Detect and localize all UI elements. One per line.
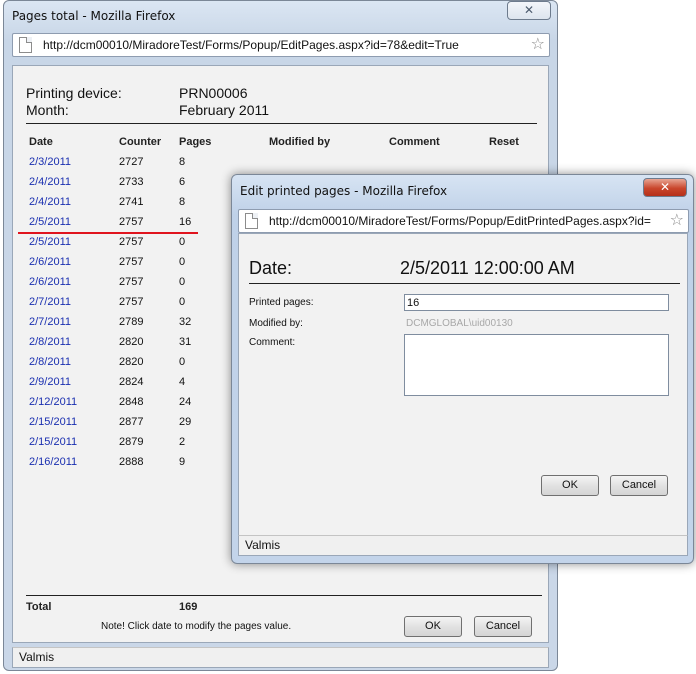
cancel-button[interactable]: Cancel [610,475,668,496]
address-bar[interactable]: http://dcm00010/MiradoreTest/Forms/Popup… [238,209,689,233]
counter-cell: 2741 [119,196,144,208]
pages-cell: 8 [179,196,186,208]
date-link[interactable]: 2/7/2011 [29,296,71,308]
printed-pages-label: Printed pages: [249,297,314,308]
date-link[interactable]: 2/5/2011 [29,216,71,228]
pages-cell: 0 [179,276,186,288]
comment-label: Comment: [249,337,296,348]
highlight-underline [18,232,198,234]
ok-button[interactable]: OK [404,616,462,637]
pages-cell: 0 [179,296,186,308]
window-title: Pages total - Mozilla Firefox [12,9,176,23]
pages-cell: 9 [179,456,186,468]
url-text: http://dcm00010/MiradoreTest/Forms/Popup… [269,214,651,228]
pages-cell: 32 [179,316,192,328]
counter-cell: 2757 [119,296,144,308]
close-icon[interactable]: ✕ [643,178,687,197]
header-divider [26,123,537,124]
printing-device-label: Printing device: [26,85,122,101]
date-label: Date: [249,258,293,278]
date-link[interactable]: 2/4/2011 [29,176,71,188]
counter-cell: 2820 [119,356,144,368]
column-header-comment: Comment [389,136,440,148]
column-header-modified-by: Modified by [269,136,331,148]
date-link[interactable]: 2/8/2011 [29,356,71,368]
page-content: Date: 2/5/2011 12:00:00 AM Printed pages… [238,233,688,541]
counter-cell: 2877 [119,416,144,428]
pages-cell: 0 [179,236,186,248]
counter-cell: 2757 [119,236,144,248]
total-label: Total [26,601,52,613]
column-header-pages: Pages [179,136,212,148]
column-header-counter: Counter [119,136,162,148]
bookmark-star-icon[interactable]: ☆ [670,210,684,232]
date-link[interactable]: 2/3/2011 [29,156,71,168]
pages-cell: 16 [179,216,192,228]
status-bar: Valmis [12,647,549,668]
comment-textarea[interactable] [404,334,669,396]
ok-button[interactable]: OK [541,475,599,496]
pages-cell: 0 [179,256,186,268]
counter-cell: 2820 [119,336,144,348]
column-header-date: Date [29,136,53,148]
note-text: Note! Click date to modify the pages val… [101,621,292,632]
total-divider [26,595,542,596]
date-link[interactable]: 2/16/2011 [29,456,77,468]
modified-by-label: Modified by: [249,318,303,329]
printing-device-value: PRN00006 [179,85,248,101]
window-title: Edit printed pages - Mozilla Firefox [240,184,448,198]
column-header-reset: Reset [489,136,519,148]
pages-cell: 2 [179,436,186,448]
date-link[interactable]: 2/15/2011 [29,416,77,428]
counter-cell: 2757 [119,256,144,268]
pages-cell: 24 [179,396,192,408]
pages-cell: 6 [179,176,186,188]
counter-cell: 2733 [119,176,144,188]
date-link[interactable]: 2/9/2011 [29,376,71,388]
pages-cell: 8 [179,156,186,168]
month-value: February 2011 [179,102,270,118]
month-label: Month: [26,102,69,118]
edit-printed-pages-window: Edit printed pages - Mozilla Firefox ✕ h… [231,174,694,564]
printed-pages-input[interactable] [404,294,669,311]
pages-cell: 31 [179,336,192,348]
date-link[interactable]: 2/5/2011 [29,236,71,248]
status-bar: Valmis [238,535,688,556]
date-link[interactable]: 2/8/2011 [29,336,71,348]
modified-by-value: DCMGLOBAL\uid00130 [406,318,513,329]
bookmark-star-icon[interactable]: ☆ [531,34,545,56]
counter-cell: 2757 [119,276,144,288]
date-link[interactable]: 2/4/2011 [29,196,71,208]
date-divider [249,283,680,284]
total-value: 169 [179,601,198,613]
pages-cell: 4 [179,376,186,388]
counter-cell: 2879 [119,436,144,448]
date-link[interactable]: 2/12/2011 [29,396,77,408]
counter-cell: 2757 [119,216,144,228]
pages-cell: 0 [179,356,186,368]
date-value: 2/5/2011 12:00:00 AM [400,258,575,278]
counter-cell: 2888 [119,456,144,468]
counter-cell: 2848 [119,396,144,408]
close-icon[interactable]: ✕ [507,1,551,20]
cancel-button[interactable]: Cancel [474,616,532,637]
address-bar[interactable]: http://dcm00010/MiradoreTest/Forms/Popup… [12,33,550,57]
counter-cell: 2727 [119,156,144,168]
page-icon [19,37,32,53]
date-link[interactable]: 2/7/2011 [29,316,71,328]
date-link[interactable]: 2/15/2011 [29,436,77,448]
url-text: http://dcm00010/MiradoreTest/Forms/Popup… [43,38,459,52]
pages-cell: 29 [179,416,192,428]
date-link[interactable]: 2/6/2011 [29,276,71,288]
counter-cell: 2824 [119,376,144,388]
page-icon [245,213,258,229]
date-link[interactable]: 2/6/2011 [29,256,71,268]
counter-cell: 2789 [119,316,144,328]
